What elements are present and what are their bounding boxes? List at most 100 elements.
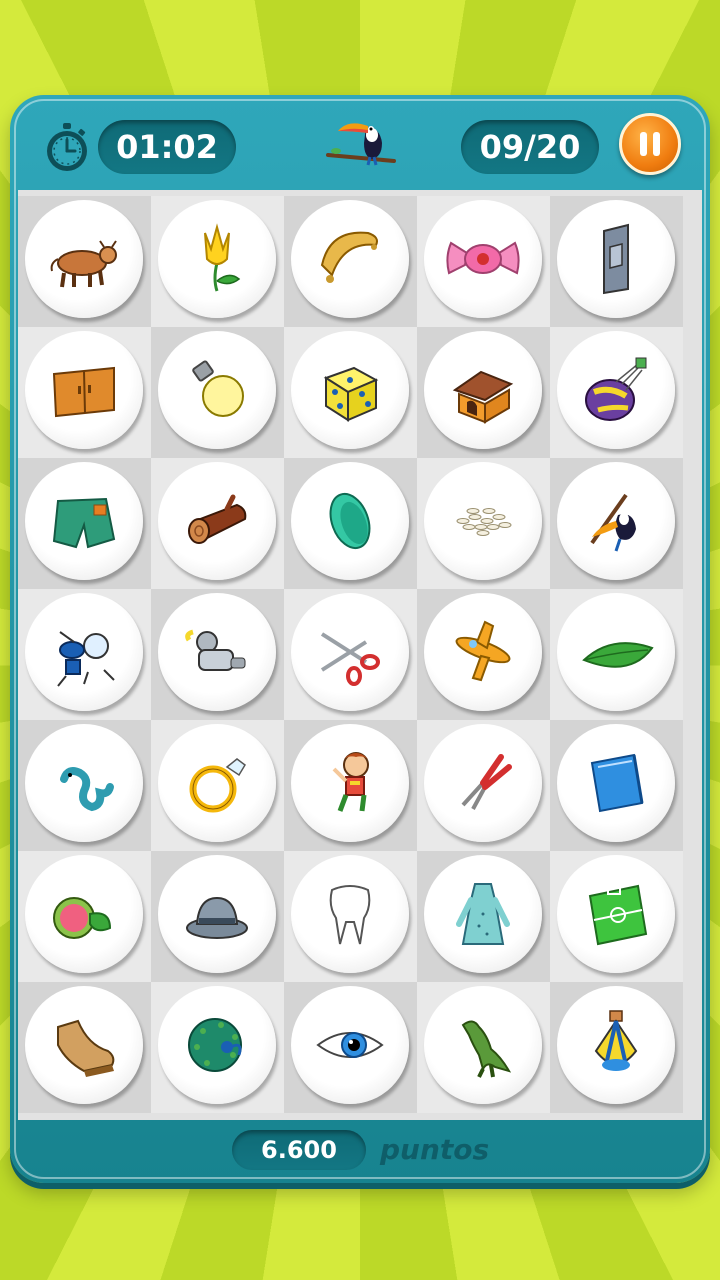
board-cell <box>18 196 151 327</box>
tile-airplane[interactable] <box>424 593 542 711</box>
tile-log[interactable] <box>158 462 276 580</box>
pause-button[interactable] <box>619 113 681 175</box>
tile-light-bulb[interactable] <box>158 331 276 449</box>
tile-candy[interactable] <box>424 200 542 318</box>
board-cell <box>151 327 284 458</box>
tile-dinosaur[interactable] <box>424 986 542 1104</box>
tile-rice[interactable] <box>424 462 542 580</box>
game-board <box>18 190 702 1120</box>
pliers-icon <box>461 754 512 810</box>
tile-light-switch[interactable] <box>557 200 675 318</box>
tile-cabinet[interactable] <box>25 331 143 449</box>
pause-bar-left <box>640 132 647 156</box>
tile-grid <box>18 196 683 1113</box>
footer-bar: 6.600 puntos <box>10 1120 710 1183</box>
toucan-logo-icon <box>326 123 396 166</box>
board-cell <box>284 458 417 589</box>
tile-ring[interactable] <box>158 724 276 842</box>
candy-icon <box>446 241 520 275</box>
tile-peacock[interactable] <box>158 986 276 1104</box>
tooth-icon <box>329 885 371 945</box>
board-cell <box>151 196 284 327</box>
board-cell <box>18 327 151 458</box>
scissors-icon <box>320 632 380 686</box>
board-cell <box>284 327 417 458</box>
tile-dice[interactable] <box>291 331 409 449</box>
tile-hat[interactable] <box>158 855 276 973</box>
board-cell <box>550 982 683 1113</box>
tile-lantern[interactable] <box>557 986 675 1104</box>
timer-display: 01:02 <box>98 120 236 174</box>
tile-flower[interactable] <box>158 200 276 318</box>
guava-icon <box>53 897 112 939</box>
board-cell <box>550 720 683 851</box>
hat-icon <box>186 896 248 939</box>
toucan-icon <box>590 493 636 552</box>
board-cell <box>284 982 417 1113</box>
light-bulb-icon <box>192 360 244 417</box>
match-counter: 09/20 <box>461 120 599 174</box>
board-cell <box>151 720 284 851</box>
header-bar: 01:02 09/20 <box>10 95 710 190</box>
tile-cow[interactable] <box>25 200 143 318</box>
tile-folder[interactable] <box>557 724 675 842</box>
tile-eye[interactable] <box>291 986 409 1104</box>
board-cell <box>18 720 151 851</box>
board-cell <box>18 589 151 720</box>
board-cell <box>550 851 683 982</box>
board-cell <box>417 720 550 851</box>
dice-icon <box>323 366 379 422</box>
stopwatch-icon <box>47 123 87 171</box>
tile-seahorse[interactable] <box>25 724 143 842</box>
tile-toucan[interactable] <box>557 462 675 580</box>
dinosaur-icon <box>461 1020 512 1078</box>
tile-football-field[interactable] <box>557 855 675 973</box>
score-value: 6.600 <box>232 1130 366 1170</box>
tile-hot-air-balloon[interactable] <box>557 331 675 449</box>
necklace-icon <box>320 231 378 283</box>
tile-guava[interactable] <box>25 855 143 973</box>
tile-scissors[interactable] <box>291 593 409 711</box>
tile-dress[interactable] <box>424 855 542 973</box>
peacock-icon <box>188 1018 242 1072</box>
board-cell <box>417 851 550 982</box>
score-label: puntos <box>380 1133 490 1166</box>
tile-leaf[interactable] <box>557 593 675 711</box>
shoe-icon <box>57 1019 115 1077</box>
board-cell <box>151 851 284 982</box>
board-cell <box>550 196 683 327</box>
log-icon <box>188 494 247 544</box>
tile-boy[interactable] <box>291 724 409 842</box>
board-cell <box>151 589 284 720</box>
light-switch-icon <box>603 223 629 295</box>
tile-pliers[interactable] <box>424 724 542 842</box>
tile-tooth[interactable] <box>291 855 409 973</box>
board-cell <box>417 458 550 589</box>
tile-necklace[interactable] <box>291 200 409 318</box>
board-cell <box>151 982 284 1113</box>
board-cell <box>18 458 151 589</box>
tile-shoe[interactable] <box>25 986 143 1104</box>
leaf-icon <box>582 642 654 668</box>
dress-icon <box>456 883 510 945</box>
board-cell <box>417 982 550 1113</box>
football-field-icon <box>588 884 648 946</box>
tile-bowl[interactable] <box>291 462 409 580</box>
seahorse-icon <box>60 767 114 812</box>
bowl-icon <box>329 492 371 550</box>
board-cell <box>18 851 151 982</box>
tile-doghouse[interactable] <box>424 331 542 449</box>
tile-armor[interactable] <box>158 593 276 711</box>
eye-icon <box>316 1032 384 1058</box>
drum-kit-icon <box>57 631 115 687</box>
boy-icon <box>332 752 369 812</box>
shorts-icon <box>52 497 116 549</box>
armor-icon <box>185 629 246 671</box>
tile-drum-kit[interactable] <box>25 593 143 711</box>
flower-icon <box>204 223 241 292</box>
pause-bar-right <box>653 132 660 156</box>
airplane-icon <box>455 620 511 682</box>
board-cell <box>417 327 550 458</box>
tile-shorts[interactable] <box>25 462 143 580</box>
lantern-icon <box>594 1010 638 1071</box>
